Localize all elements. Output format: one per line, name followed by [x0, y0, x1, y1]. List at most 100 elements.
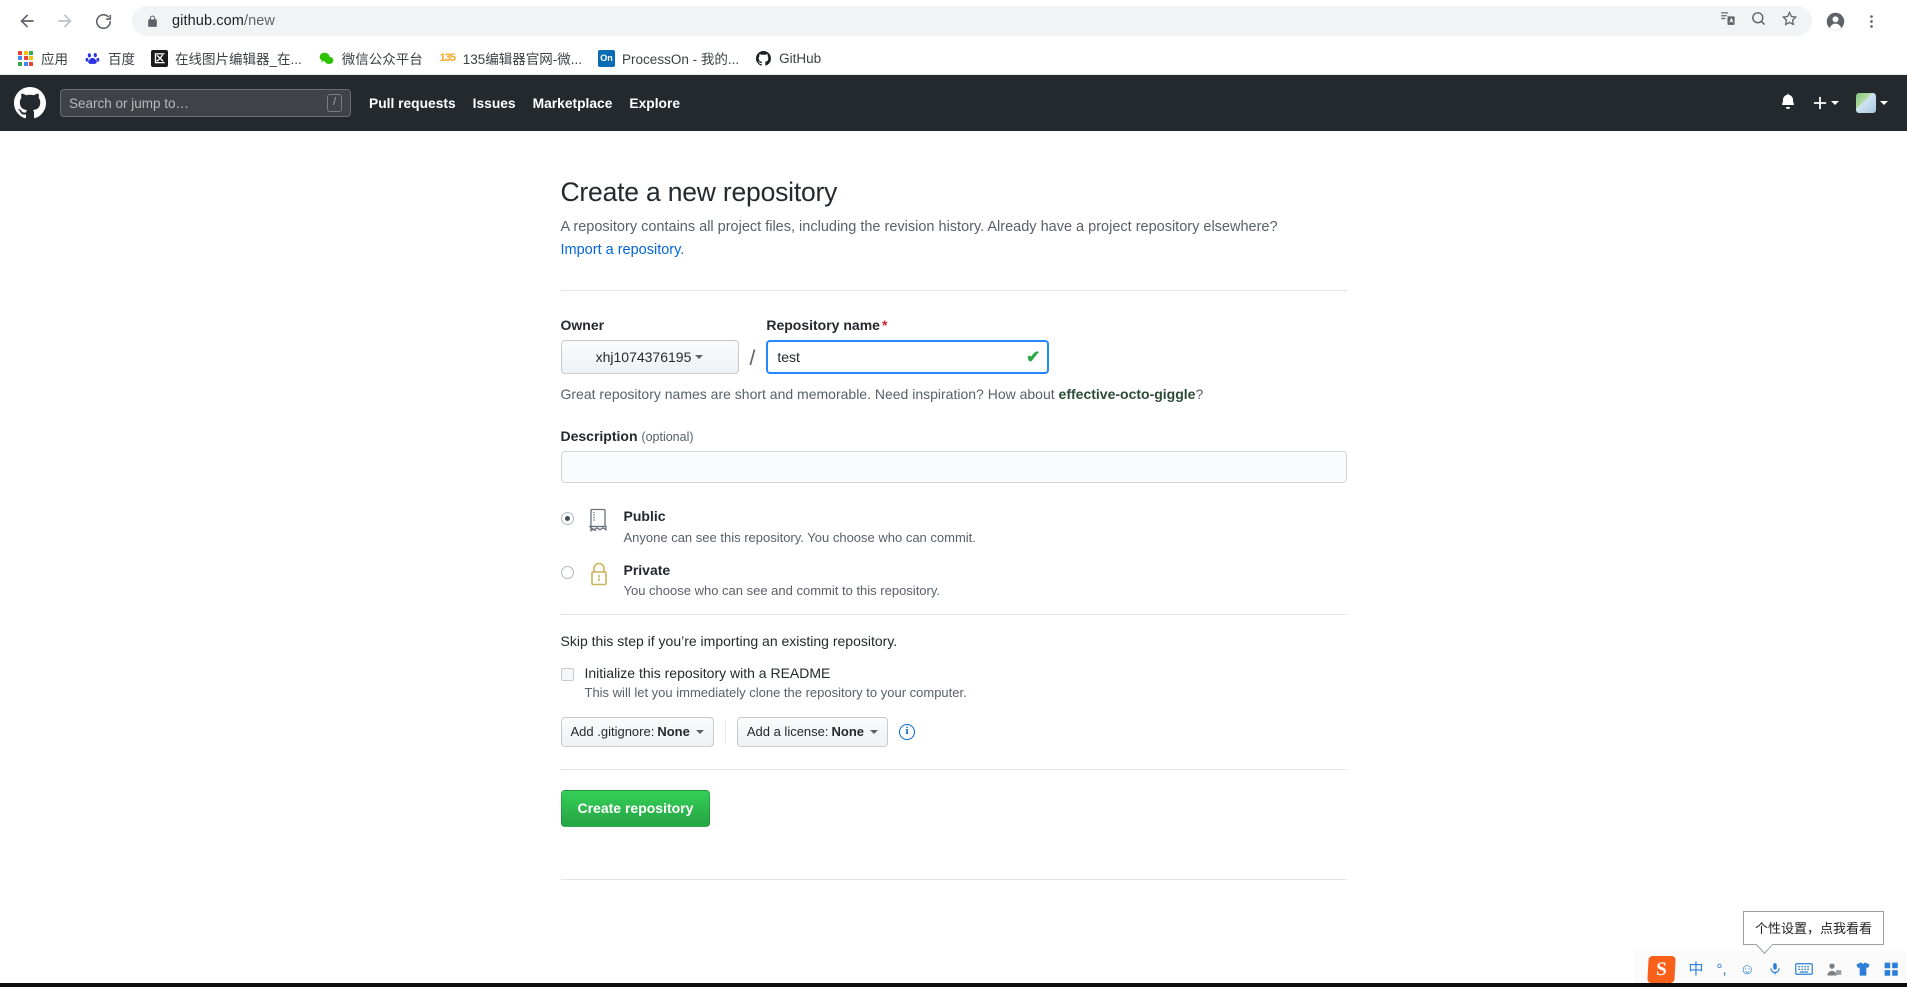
repo-name-input[interactable] [766, 340, 1050, 375]
description-label-text: Description [560, 428, 638, 445]
ime-tooltip: 个性设置，点我看看 [1742, 911, 1884, 945]
keyboard-icon[interactable] [1795, 962, 1813, 976]
bookmark-label: 微信公众平台 [341, 52, 423, 67]
bookmark-135editor[interactable]: 135 135编辑器官网-微... [431, 45, 590, 71]
bookmark-processon[interactable]: On ProcessOn - 我的... [590, 45, 747, 71]
bookmark-github[interactable]: GitHub [747, 45, 829, 71]
search-input[interactable]: Search or jump to… / [60, 89, 351, 117]
github-mark-icon[interactable] [14, 87, 46, 119]
language-mode-icon[interactable]: 中 [1688, 962, 1703, 977]
reload-button[interactable] [84, 2, 122, 40]
visibility-desc: Anyone can see this repository. You choo… [623, 529, 976, 545]
page-body: Create a new repository A repository con… [0, 131, 1907, 987]
wechat-icon [318, 50, 335, 67]
skip-step-text: Skip this step if you’re importing an ex… [560, 632, 898, 649]
baidu-icon [84, 50, 101, 67]
nav-pull-requests[interactable]: Pull requests [369, 96, 456, 111]
import-repository-link[interactable]: Import a repository. [561, 242, 685, 258]
processon-icon: On [598, 49, 616, 67]
profile-icon[interactable] [1820, 6, 1850, 36]
visibility-option-private[interactable]: Private You choose who can see and commi… [560, 561, 1347, 598]
visibility-options: Public Anyone can see this repository. Y… [560, 507, 1347, 598]
page-subtitle: A repository contains all project files,… [561, 216, 1347, 262]
license-value: None [831, 724, 865, 740]
nav-explore[interactable]: Explore [629, 96, 680, 111]
repo-name-label: Repository name * [766, 317, 1049, 333]
new-repo-form: Create a new repository A repository con… [560, 131, 1347, 881]
chevron-down-icon [870, 729, 879, 734]
owner-repo-separator: / [749, 347, 756, 371]
bookmark-apps[interactable]: 应用 [9, 45, 76, 71]
more-menu-icon[interactable] [1856, 6, 1886, 36]
punctuation-mode-icon[interactable]: °, [1717, 962, 1727, 977]
readme-checkbox[interactable] [560, 667, 574, 681]
valid-check-icon: ✔ [1026, 347, 1041, 367]
user-settings-icon[interactable] [1826, 962, 1842, 977]
subtitle-text: A repository contains all project files,… [560, 219, 1278, 235]
toolbar-right [1820, 6, 1890, 36]
bookmarks-bar: 应用 百度 区 在线图片编辑器_在... 微信公众平台 135 135编辑器官网… [0, 42, 1907, 75]
owner-repo-row: Owner xhj1074376195 / Repository name* ✔ [560, 317, 1347, 375]
owner-value: xhj1074376195 [595, 349, 692, 366]
chevron-down-icon [1831, 101, 1839, 105]
avatar [1856, 93, 1876, 113]
search-icon[interactable] [1750, 10, 1767, 32]
description-field: Description (optional) [560, 428, 1347, 484]
user-menu-button[interactable] [1856, 93, 1888, 113]
hint-prefix: Great repository names are short and mem… [560, 386, 1059, 403]
emoji-icon[interactable]: ☺ [1740, 962, 1755, 977]
readme-section: Skip this step if you’re importing an ex… [560, 613, 1347, 747]
bookmark-star-icon[interactable] [1781, 10, 1798, 32]
divider [724, 719, 726, 744]
135editor-icon: 135 [439, 52, 456, 64]
github-header: Search or jump to… / Pull requests Issue… [0, 75, 1907, 131]
create-repository-button[interactable]: Create repository [560, 789, 711, 828]
microphone-icon[interactable] [1768, 961, 1782, 977]
bell-icon[interactable] [1780, 93, 1796, 114]
sogou-logo-icon[interactable]: S [1647, 955, 1677, 983]
visibility-title: Private [623, 561, 671, 578]
owner-label: Owner [560, 317, 605, 334]
github-icon [755, 50, 772, 67]
visibility-option-public[interactable]: Public Anyone can see this repository. Y… [560, 507, 1347, 545]
address-bar[interactable]: github.com/new [132, 6, 1812, 36]
nav-marketplace[interactable]: Marketplace [533, 96, 613, 111]
omnibox-actions [1719, 10, 1798, 32]
radio-private[interactable] [560, 565, 574, 579]
bookmark-label: GitHub [779, 50, 822, 66]
info-icon[interactable]: i [899, 723, 916, 740]
gitignore-select[interactable]: Add .gitignore: None [560, 716, 714, 747]
forward-button[interactable] [46, 2, 84, 40]
bookmark-label: 135编辑器官网-微... [462, 52, 583, 67]
description-input[interactable] [560, 451, 1347, 484]
create-new-button[interactable] [1813, 96, 1839, 110]
bookmark-label: ProcessOn - 我的... [622, 52, 740, 67]
image-editor-icon: 区 [151, 49, 168, 67]
required-asterisk: * [881, 317, 888, 334]
lock-icon[interactable] [146, 15, 159, 28]
toolbox-icon[interactable] [1884, 962, 1899, 977]
license-prefix: Add a license: [746, 724, 829, 740]
readme-desc: This will let you immediately clone the … [584, 684, 967, 700]
bookmark-wechat[interactable]: 微信公众平台 [310, 45, 431, 71]
bookmark-baidu[interactable]: 百度 [76, 45, 143, 71]
template-dropdowns: Add .gitignore: None Add a license: None i [560, 716, 1347, 747]
translate-icon[interactable] [1719, 10, 1736, 32]
skin-icon[interactable] [1855, 961, 1871, 977]
submit-section: Create repository [560, 768, 1347, 828]
hint-suffix: ? [1195, 386, 1204, 403]
lock-icon [585, 561, 613, 591]
back-button[interactable] [8, 2, 46, 40]
browser-toolbar: github.com/new [0, 0, 1907, 42]
owner-select[interactable]: xhj1074376195 [560, 340, 739, 375]
license-select[interactable]: Add a license: None [736, 716, 889, 747]
apps-grid-icon [17, 50, 34, 67]
url-path: /new [243, 13, 275, 29]
readme-label: Initialize this repository with a README [584, 664, 831, 681]
readme-checkbox-row[interactable]: Initialize this repository with a README [560, 664, 1347, 681]
github-header-right [1780, 93, 1888, 114]
radio-public[interactable] [560, 512, 574, 526]
bookmark-image-editor[interactable]: 区 在线图片编辑器_在... [143, 45, 310, 71]
nav-issues[interactable]: Issues [473, 96, 516, 111]
browser-chrome: github.com/new 应用 百度 区 在线图片编辑器_在... 微信公众… [0, 0, 1907, 75]
